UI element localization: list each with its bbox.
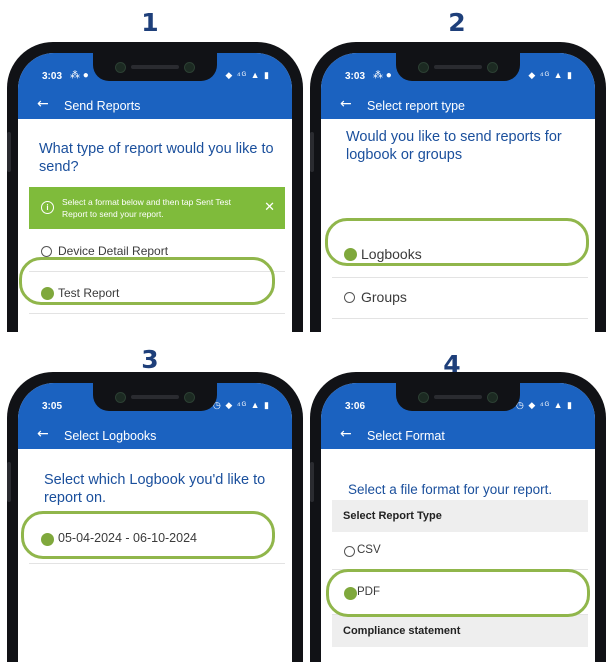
sensor-icon xyxy=(487,392,498,403)
app-toolbar: ← Select Format xyxy=(321,423,595,449)
toolbar-title: Select Format xyxy=(367,429,445,443)
app-toolbar: ← Select report type xyxy=(321,93,595,119)
side-button xyxy=(7,462,11,502)
radio-unselected[interactable] xyxy=(344,292,355,303)
option-pdf[interactable]: PDF xyxy=(332,570,588,615)
status-signal-battery-icons: ◆ ⁴ᴳ ▲ ▮ xyxy=(225,70,270,80)
radio-selected[interactable] xyxy=(41,533,54,546)
step-number-1: 1 xyxy=(141,8,159,37)
phone-screen-3: 3:05 ◷ ◆ ⁴ᴳ ▲ ▮ ← Select Logbooks Select… xyxy=(18,383,292,662)
section-header-compliance: Compliance statement xyxy=(332,615,588,647)
speaker-grille xyxy=(131,395,179,399)
question-heading: Select a file format for your report. xyxy=(348,482,553,497)
phone-screen-2: 3:03 ⁂ ● ◆ ⁴ᴳ ▲ ▮ ← Select report type W… xyxy=(321,53,595,332)
camera-icon xyxy=(115,392,126,403)
radio-selected[interactable] xyxy=(344,587,357,600)
radio-unselected[interactable] xyxy=(344,546,355,557)
status-time: 3:05 xyxy=(42,401,63,412)
camera-icon xyxy=(418,62,429,73)
option-groups[interactable]: Groups xyxy=(332,278,588,319)
back-arrow-icon[interactable]: ← xyxy=(340,426,352,442)
side-button xyxy=(7,132,11,172)
camera-notch xyxy=(93,53,217,81)
section-title: Compliance statement xyxy=(343,625,461,637)
phone-frame-1: 3:03 ⁂ ● ◆ ⁴ᴳ ▲ ▮ ← Send Reports What ty… xyxy=(7,42,303,332)
phone-screen-1: 3:03 ⁂ ● ◆ ⁴ᴳ ▲ ▮ ← Send Reports What ty… xyxy=(18,53,292,332)
question-heading: Would you like to send reports for logbo… xyxy=(346,129,562,163)
question-heading: Select which Logbook you'd like to repor… xyxy=(44,472,266,506)
phone-screen-4: 3:06 ◷ ◆ ⁴ᴳ ▲ ▮ ← Select Format Select a… xyxy=(321,383,595,662)
camera-notch xyxy=(396,53,520,81)
app-toolbar: ← Send Reports xyxy=(18,93,292,119)
phone-frame-4: 3:06 ◷ ◆ ⁴ᴳ ▲ ▮ ← Select Format Select a… xyxy=(310,372,606,662)
option-label: Device Detail Report xyxy=(58,244,169,258)
camera-icon xyxy=(418,392,429,403)
speaker-grille xyxy=(131,65,179,69)
toolbar-title: Select Logbooks xyxy=(64,429,157,443)
speaker-grille xyxy=(434,395,482,399)
side-button xyxy=(310,462,314,502)
info-icon: i xyxy=(41,201,54,214)
option-logbooks[interactable]: Logbooks xyxy=(332,233,588,278)
sensor-icon xyxy=(184,392,195,403)
radio-selected[interactable] xyxy=(344,248,357,261)
status-time: 3:03 xyxy=(42,71,63,82)
option-logbook-date-range[interactable]: 05-04-2024 - 06-10-2024 xyxy=(29,513,285,564)
option-label: Groups xyxy=(361,289,407,305)
radio-unselected[interactable] xyxy=(41,246,52,257)
option-label: Logbooks xyxy=(361,246,422,262)
option-label: 05-04-2024 - 06-10-2024 xyxy=(58,531,197,545)
back-arrow-icon[interactable]: ← xyxy=(37,96,49,112)
step-number-3: 3 xyxy=(141,345,159,374)
radio-selected[interactable] xyxy=(41,287,54,300)
camera-notch xyxy=(396,383,520,411)
camera-notch xyxy=(93,383,217,411)
toolbar-title: Send Reports xyxy=(64,99,141,113)
speaker-grille xyxy=(434,65,482,69)
toolbar-title: Select report type xyxy=(367,99,465,113)
back-arrow-icon[interactable]: ← xyxy=(340,96,352,112)
status-time: 3:06 xyxy=(345,401,366,412)
option-device-detail-report[interactable]: Device Detail Report xyxy=(29,233,285,272)
banner-message: Select a format below and then tap Sent … xyxy=(62,197,232,219)
option-test-report[interactable]: Test Report xyxy=(29,275,285,314)
option-csv[interactable]: CSV xyxy=(332,533,588,570)
status-signal-battery-icons: ◷ ◆ ⁴ᴳ ▲ ▮ xyxy=(516,400,573,410)
camera-icon xyxy=(115,62,126,73)
status-signal-battery-icons: ◆ ⁴ᴳ ▲ ▮ xyxy=(528,70,573,80)
option-label: PDF xyxy=(357,586,380,598)
sensor-icon xyxy=(184,62,195,73)
section-header-report-type: Select Report Type xyxy=(332,500,588,532)
option-label: Test Report xyxy=(58,286,120,300)
status-signal-battery-icons: ◷ ◆ ⁴ᴳ ▲ ▮ xyxy=(213,400,270,410)
side-button xyxy=(310,132,314,172)
phone-frame-2: 3:03 ⁂ ● ◆ ⁴ᴳ ▲ ▮ ← Select report type W… xyxy=(310,42,606,332)
question-heading: What type of report would you like to se… xyxy=(39,141,274,175)
option-label: CSV xyxy=(357,544,381,556)
app-toolbar: ← Select Logbooks xyxy=(18,423,292,449)
info-banner: i Select a format below and then tap Sen… xyxy=(29,187,285,229)
status-notification-icons: ⁂ ● xyxy=(373,70,392,81)
section-title: Select Report Type xyxy=(343,510,442,522)
sensor-icon xyxy=(487,62,498,73)
status-notification-icons: ⁂ ● xyxy=(70,70,89,81)
close-icon[interactable]: ✕ xyxy=(264,200,275,215)
step-number-2: 2 xyxy=(448,8,466,37)
phone-frame-3: 3:05 ◷ ◆ ⁴ᴳ ▲ ▮ ← Select Logbooks Select… xyxy=(7,372,303,662)
status-time: 3:03 xyxy=(345,71,366,82)
back-arrow-icon[interactable]: ← xyxy=(37,426,49,442)
